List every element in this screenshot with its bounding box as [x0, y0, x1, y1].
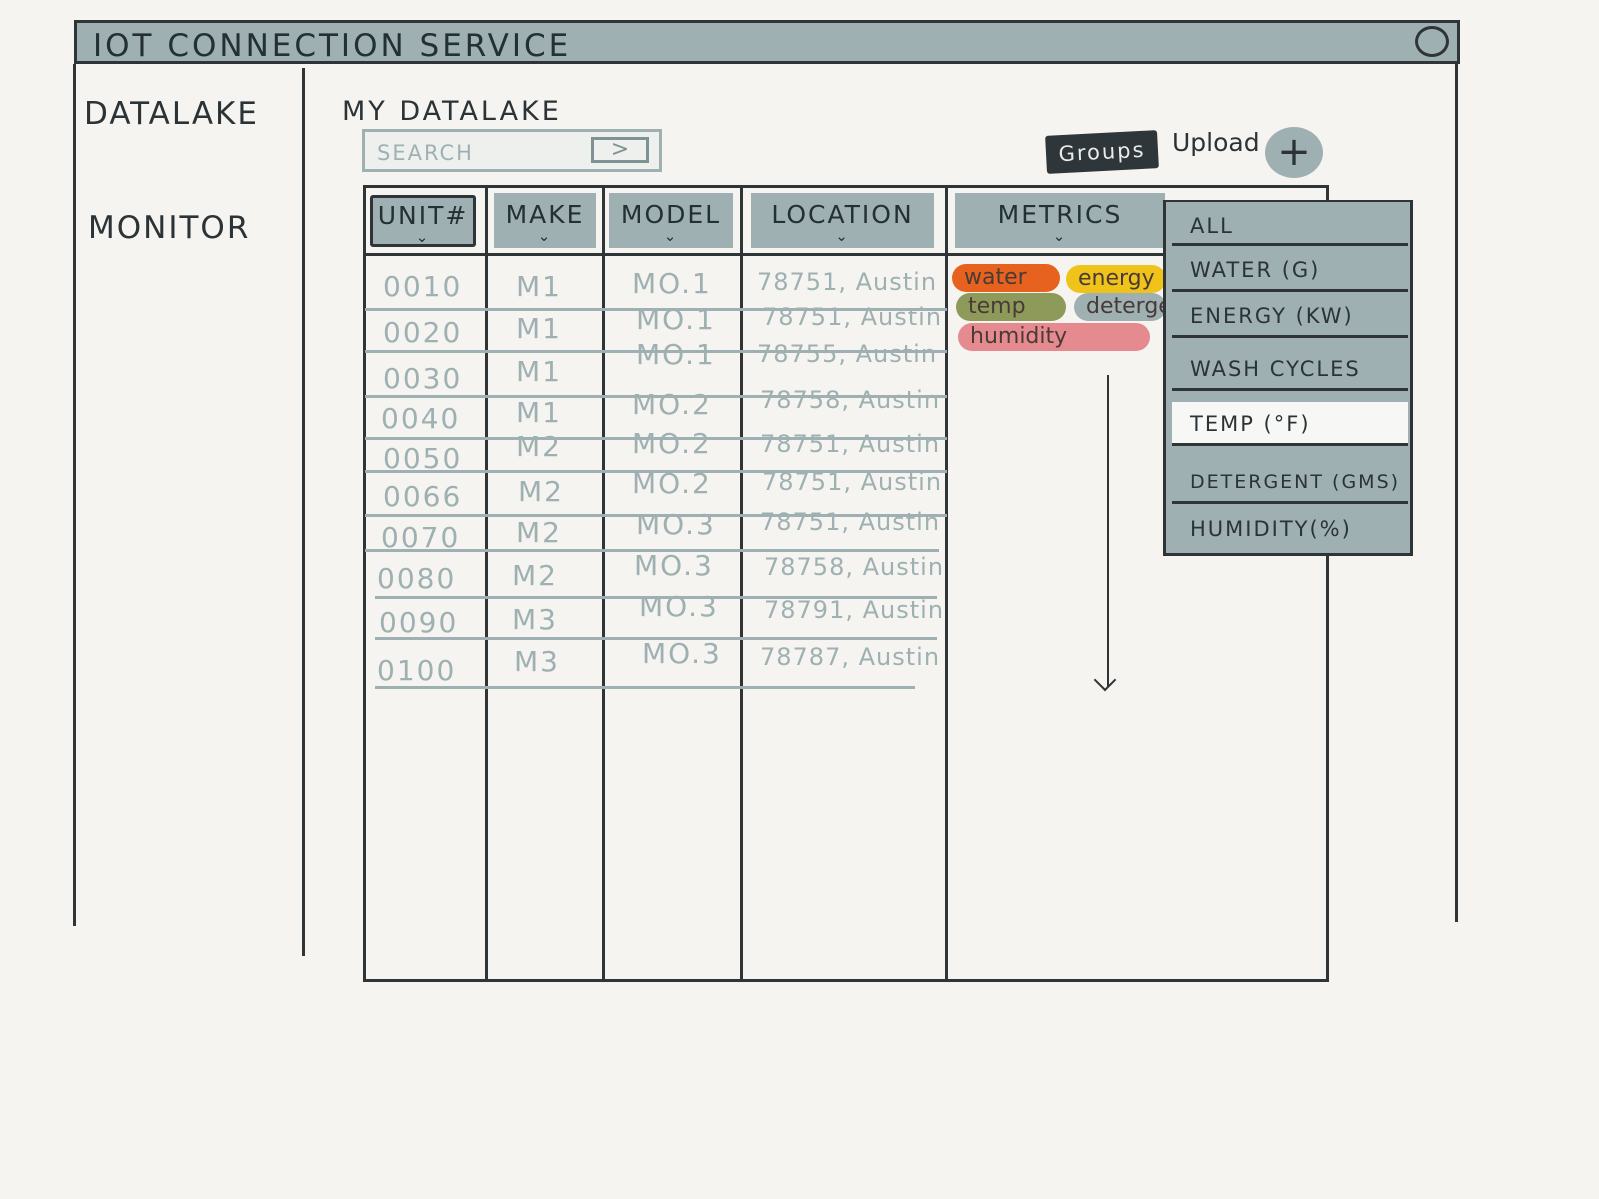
cell-model: MO.1 [636, 338, 716, 371]
column-header-label: UNIT# [377, 200, 469, 230]
chevron-down-icon: ⌄ [835, 227, 850, 245]
column-header-make[interactable]: MAKE ⌄ [494, 193, 596, 248]
column-header-model[interactable]: MODEL ⌄ [609, 193, 733, 248]
column-divider [602, 186, 605, 982]
plus-icon: + [1277, 129, 1311, 175]
cell-location: 78751, Austin [760, 430, 941, 458]
cell-model: MO.2 [632, 467, 712, 500]
sidebar-item-monitor[interactable]: MONITOR [88, 210, 250, 246]
cell-model: MO.1 [632, 267, 712, 300]
metric-chip-water[interactable]: water [952, 264, 1060, 292]
cell-location: 78751, Austin [762, 468, 943, 496]
cell-make: M1 [516, 396, 562, 429]
chevron-down-icon: ⌄ [663, 227, 679, 245]
window-control-icon[interactable] [1415, 26, 1449, 57]
cell-make: M2 [516, 516, 562, 549]
search-input[interactable] [375, 138, 589, 168]
cell-unit: 0090 [379, 606, 459, 639]
metric-chip-humidity[interactable]: humidity [958, 323, 1150, 351]
dropdown-item-all[interactable]: ALL [1172, 206, 1408, 246]
cell-make: M1 [516, 312, 562, 345]
search-submit-button[interactable]: > [591, 137, 649, 163]
column-header-label: METRICS [997, 200, 1123, 229]
cell-location: 78787, Austin [760, 643, 941, 671]
chevron-down-icon: ⌄ [415, 227, 431, 246]
cell-model: MO.1 [636, 303, 716, 336]
title-bar: IOT CONNECTION SERVICE [74, 20, 1460, 64]
cell-location: 78758, Austin [764, 553, 945, 581]
dropdown-item-temp[interactable]: TEMP (°F) [1172, 402, 1408, 446]
cell-make: M3 [512, 603, 558, 636]
cell-unit: 0030 [383, 362, 463, 395]
window-left-border [73, 64, 76, 926]
column-header-location[interactable]: LOCATION ⌄ [751, 193, 934, 248]
column-header-label: MODEL [620, 200, 722, 229]
column-divider [740, 186, 743, 982]
cell-location: 78755, Austin [757, 340, 938, 368]
dropdown-item-humidity[interactable]: HUMIDITY(%) [1172, 507, 1408, 551]
chevron-down-icon: ⌄ [1052, 227, 1068, 245]
cell-location: 78751, Austin [760, 508, 941, 536]
column-divider [485, 186, 488, 982]
cell-make: M1 [516, 355, 562, 388]
app-title: IOT CONNECTION SERVICE [93, 28, 572, 64]
cell-location: 78791, Austin [764, 596, 945, 624]
column-header-label: MAKE [505, 200, 585, 229]
cell-make: M2 [516, 430, 562, 463]
cell-unit: 0040 [381, 402, 461, 435]
search-bar: > [362, 129, 662, 172]
cell-make: M2 [512, 559, 558, 592]
cell-model: MO.3 [634, 549, 714, 582]
cell-model: MO.2 [632, 388, 712, 421]
column-header-label: LOCATION [771, 200, 914, 229]
column-header-metrics[interactable]: METRICS ⌄ [955, 193, 1165, 248]
chevron-down-icon: ⌄ [537, 227, 553, 245]
dropdown-item-wash-cycles[interactable]: WASH CYCLES [1172, 347, 1408, 391]
dropdown-item-water[interactable]: WATER (G) [1172, 248, 1408, 292]
cell-location: 78751, Austin [757, 268, 938, 296]
sidebar-item-datalake[interactable]: DATALAKE [84, 96, 259, 132]
metric-chip-detergent[interactable]: detergent [1074, 293, 1166, 321]
cell-unit: 0010 [383, 270, 463, 303]
upload-button[interactable]: Upload [1172, 128, 1260, 157]
cell-location: 78758, Austin [760, 386, 941, 414]
scroll-indicator [1107, 375, 1109, 687]
cell-make: M3 [514, 645, 560, 678]
cell-unit: 0020 [383, 316, 463, 349]
metric-chip-temp[interactable]: temp [956, 293, 1066, 321]
row-divider [375, 686, 915, 689]
sidebar-divider [302, 68, 305, 956]
cell-unit: 0066 [383, 480, 463, 513]
metric-chip-energy[interactable]: energy [1066, 265, 1166, 293]
header-divider [363, 253, 1163, 256]
cell-model: MO.2 [632, 427, 712, 460]
dropdown-item-energy[interactable]: ENERGY (KW) [1172, 294, 1408, 338]
cell-model: MO.3 [642, 637, 722, 670]
groups-button[interactable]: Groups [1045, 130, 1159, 174]
cell-unit: 0100 [377, 654, 457, 687]
cell-make: M1 [516, 270, 562, 303]
cell-model: MO.3 [636, 508, 716, 541]
cell-location: 78751, Austin [762, 303, 943, 331]
metrics-dropdown-menu: ALL WATER (G) ENERGY (KW) WASH CYCLES TE… [1163, 200, 1413, 556]
window-right-border [1455, 64, 1458, 922]
cell-unit: 0080 [377, 562, 457, 595]
dropdown-item-detergent[interactable]: DETERGENT (GMS) [1172, 460, 1408, 504]
cell-make: M2 [518, 475, 564, 508]
column-divider [945, 186, 948, 982]
column-header-unit[interactable]: UNIT# ⌄ [370, 195, 476, 247]
cell-model: MO.3 [639, 590, 719, 623]
page-title: MY DATALAKE [342, 96, 562, 127]
add-button[interactable]: + [1265, 127, 1323, 178]
